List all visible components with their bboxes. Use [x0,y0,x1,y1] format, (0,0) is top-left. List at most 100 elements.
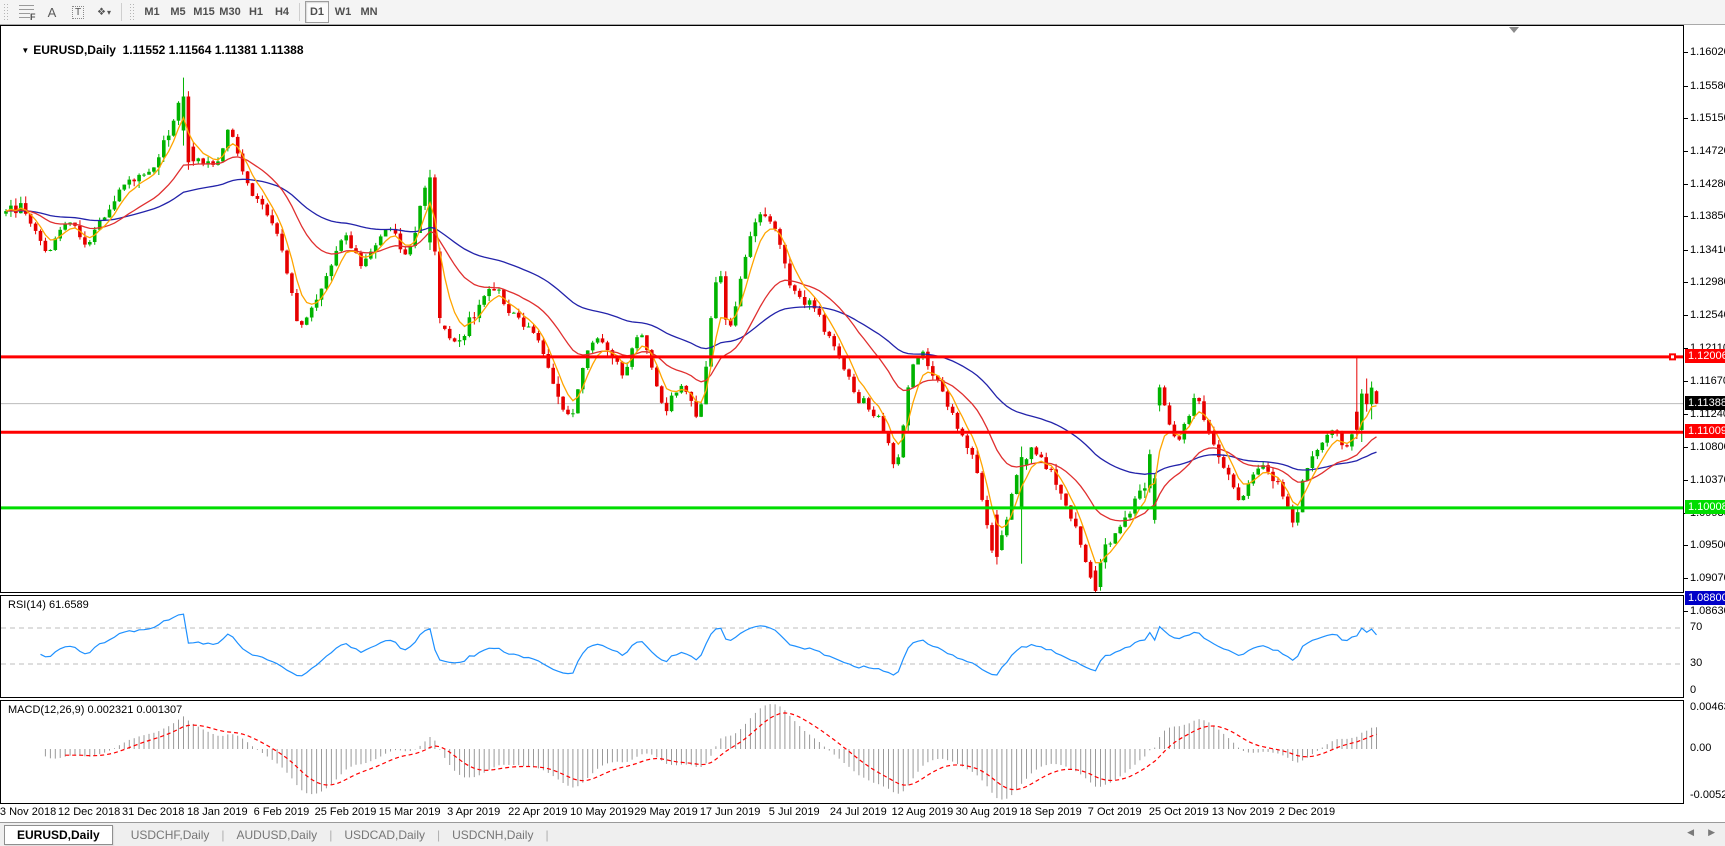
price-axis[interactable]: 1.160201.155801.151501.147201.142801.138… [1684,25,1725,804]
tab-scrollers: ◀ ▶ [1687,827,1715,838]
draw-text-label-icon[interactable]: T [66,1,90,23]
chart-ohlc-values: 1.11552 1.11564 1.11381 1.11388 [123,43,304,57]
chart-tab-usdcnh[interactable]: USDCNH,Daily [440,826,545,844]
tab-separator: | [545,828,548,842]
date-axis-label: 13 Nov 2019 [1212,806,1274,818]
timeframe-button-d1[interactable]: D1 [305,1,329,23]
rsi-line [41,614,1377,676]
date-axis-label: 10 May 2019 [570,806,634,818]
macd-label: MACD(12,26,9) 0.002321 0.001307 [8,704,182,716]
date-axis-label: 15 Mar 2019 [379,806,441,818]
macd-axis-tick: 0.00 [1690,742,1711,754]
toolbar-separator [121,3,122,21]
chart-symbol: EURUSD,Daily [33,43,116,57]
price-axis-tick: 1.12540 [1690,309,1725,321]
date-axis[interactable]: 23 Nov 201812 Dec 201831 Dec 201818 Jan … [0,804,1725,822]
axis-tick-mark [1684,118,1688,119]
rsi-label: RSI(14) 61.6589 [8,599,89,611]
date-axis-label: 30 Aug 2019 [956,806,1018,818]
chart-tab-usdchf[interactable]: USDCHF,Daily [119,826,222,844]
fast-ma-line [6,118,1377,563]
axis-tick-mark [1684,578,1688,579]
price-axis-tick: 1.14720 [1690,145,1725,157]
timeframe-button-h4[interactable]: H4 [270,1,294,23]
price-axis-tick: 1.10370 [1690,474,1725,486]
draw-text-icon[interactable]: A [40,1,64,23]
price-axis-tick: 1.12980 [1690,276,1725,288]
ohlc-toggle-icon[interactable]: ▼ [21,46,29,55]
chart-tab-eurusd[interactable]: EURUSD,Daily [4,825,113,845]
slow-ma-line [6,179,1377,474]
axis-tick-mark [1684,545,1688,546]
fibonacci-icon[interactable]: F [14,1,38,23]
toolbar-separator [299,3,300,21]
price-level-label: 1.11388 [1685,396,1725,410]
chart-tab-bar: EURUSD,DailyUSDCHF,Daily|AUDUSD,Daily|US… [0,822,1725,846]
price-axis-tick: 1.13410 [1690,244,1725,256]
price-level-label: 1.10008 [1685,500,1725,514]
axis-tick-mark [1684,151,1688,152]
date-axis-label: 5 Jul 2019 [769,806,820,818]
price-chart-canvas[interactable] [1,26,1683,592]
axis-tick-mark [1684,282,1688,283]
price-axis-tick: 1.14280 [1690,178,1725,190]
date-axis-label: 6 Feb 2019 [254,806,310,818]
timeframe-button-w1[interactable]: W1 [331,1,355,23]
date-axis-label: 18 Sep 2019 [1019,806,1081,818]
axis-tick-mark [1684,447,1688,448]
toolbar-grip[interactable] [129,3,136,21]
date-axis-label: 29 May 2019 [634,806,698,818]
axis-tick-mark [1684,250,1688,251]
axis-tick-mark [1684,216,1688,217]
date-axis-label: 17 Jun 2019 [700,806,761,818]
date-axis-label: 31 Dec 2018 [122,806,184,818]
chart-tab-usdcad[interactable]: USDCAD,Daily [332,826,437,844]
rsi-axis-tick: 30 [1690,657,1702,669]
date-axis-label: 12 Aug 2019 [891,806,953,818]
rsi-panel[interactable]: RSI(14) 61.6589 [0,595,1684,698]
price-axis-tick: 1.15150 [1690,112,1725,124]
chevron-down-icon: ▾ [107,8,111,17]
date-axis-label: 25 Oct 2019 [1149,806,1209,818]
chart-title: ▼ EURUSD,Daily 1.11552 1.11564 1.11381 1.… [8,29,304,71]
rsi-axis-tick: 70 [1690,621,1702,633]
price-level-label: 1.11009 [1685,424,1725,438]
price-axis-tick: 1.10800 [1690,441,1725,453]
axis-tick-mark [1684,414,1688,415]
macd-axis-tick: 0.00463 [1690,701,1725,713]
date-axis-label: 23 Nov 2018 [0,806,56,818]
toolbar-grip[interactable] [3,3,10,21]
price-level-label: 1.08800 [1685,591,1725,605]
macd-axis-tick: -0.005299 [1690,789,1725,801]
chart-shift-marker[interactable] [1509,27,1519,33]
main-chart-panel[interactable]: ▼ EURUSD,Daily 1.11552 1.11564 1.11381 1.… [0,25,1684,593]
top-toolbar: F A T ❖ ▾ M1M5M15M30H1H4 D1W1MN [0,0,1725,25]
date-axis-label: 25 Feb 2019 [315,806,377,818]
axis-tick-mark [1684,86,1688,87]
price-axis-tick: 1.15580 [1690,80,1725,92]
axis-tick-mark [1684,611,1688,612]
macd-panel[interactable]: MACD(12,26,9) 0.002321 0.001307 [0,700,1684,804]
date-axis-label: 7 Oct 2019 [1088,806,1142,818]
timeframe-button-m5[interactable]: M5 [166,1,190,23]
tab-scroll-right-icon[interactable]: ▶ [1708,827,1715,838]
chart-tab-audusd[interactable]: AUDUSD,Daily [225,826,330,844]
tab-scroll-left-icon[interactable]: ◀ [1687,827,1694,838]
axis-tick-mark [1684,381,1688,382]
timeframe-button-mn[interactable]: MN [357,1,381,23]
date-axis-label: 18 Jan 2019 [187,806,248,818]
date-axis-label: 22 Apr 2019 [508,806,567,818]
date-axis-label: 3 Apr 2019 [447,806,500,818]
macd-signal-line [65,713,1376,790]
arrows-tool-icon[interactable]: ❖ ▾ [92,1,116,23]
price-axis-tick: 1.11670 [1690,375,1725,387]
price-axis-tick: 1.13850 [1690,210,1725,222]
timeframe-button-m30[interactable]: M30 [218,1,242,23]
date-axis-label: 2 Dec 2019 [1279,806,1335,818]
timeframe-button-h1[interactable]: H1 [244,1,268,23]
timeframe-button-m15[interactable]: M15 [192,1,216,23]
timeframe-button-m1[interactable]: M1 [140,1,164,23]
date-axis-label: 12 Dec 2018 [58,806,120,818]
price-level-label: 1.12006 [1685,349,1725,363]
axis-tick-mark [1684,52,1688,53]
